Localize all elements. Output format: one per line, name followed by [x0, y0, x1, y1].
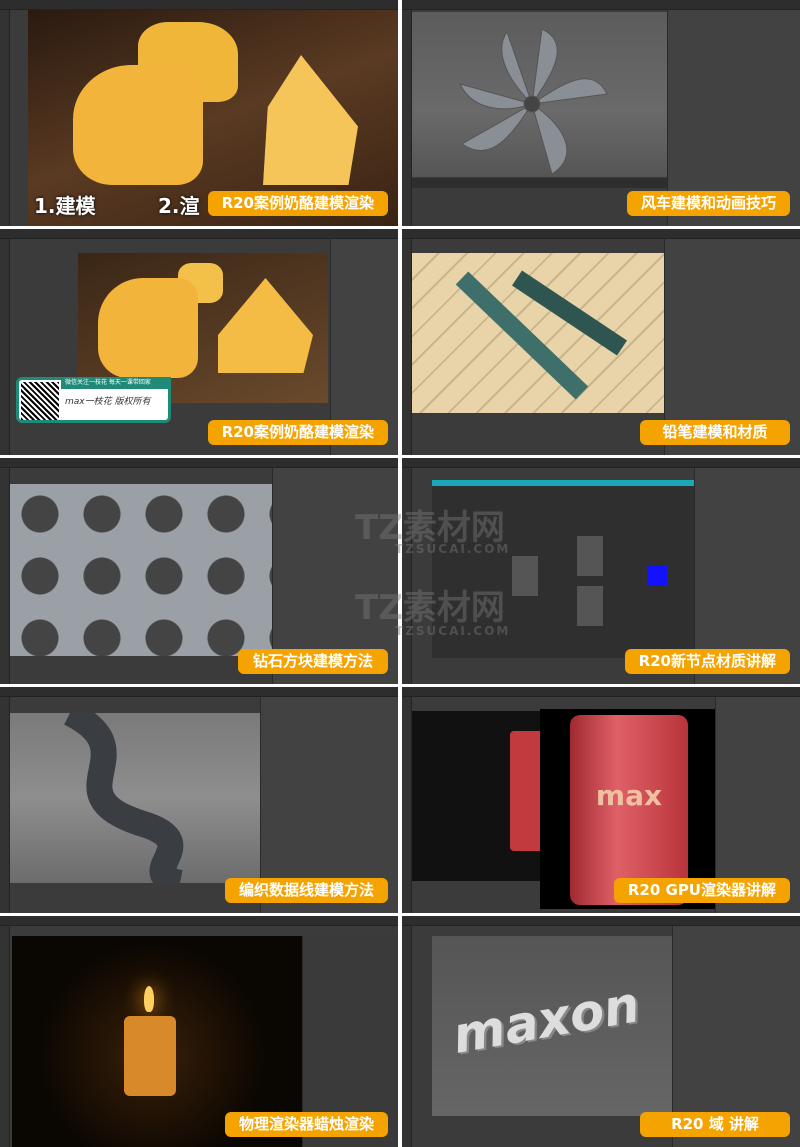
tile-label: R20 GPU渲染器讲解 [613, 878, 790, 903]
toolbar [402, 458, 800, 468]
toolbar [0, 916, 398, 926]
timeline[interactable] [412, 178, 667, 188]
tile-braided-cable[interactable]: 编织数据线建模方法 [0, 687, 398, 913]
overlay-step-1: 1.建模 [34, 194, 96, 218]
viewport [10, 713, 260, 883]
tile-label: R20新节点材质讲解 [624, 649, 790, 674]
tile-label: R20 域 讲解 [640, 1112, 790, 1137]
tool-strip [0, 697, 10, 913]
toolbar [402, 916, 800, 926]
tile-fields[interactable]: maxon R20 域 讲解 [402, 916, 800, 1147]
tile-cheese-2[interactable]: 微信关注一枝花 每天一课带回家 max一枝花 版权所有 R20案例奶酪建模渲染 [0, 229, 398, 455]
tool-strip [402, 239, 412, 455]
tool-strip [402, 10, 412, 226]
maxon-text: maxon [448, 975, 644, 1065]
tile-label: 编织数据线建模方法 [224, 878, 388, 903]
tool-strip [0, 926, 10, 1147]
toolbar [402, 229, 800, 239]
qr-banner-top: 微信关注一枝花 每天一课带回家 [61, 377, 171, 389]
windmill-model [459, 28, 608, 175]
tool-strip [402, 697, 412, 913]
viewport [10, 484, 272, 656]
overlay-step-2: 2.渲 [158, 194, 200, 218]
tile-cheese-1[interactable]: 1.建模 2.渲 R20案例奶酪建模渲染 [0, 0, 398, 226]
tool-strip [0, 239, 10, 455]
qr-banner-brand: max一枝花 版权所有 [65, 397, 151, 407]
toolbar [0, 458, 398, 468]
tool-strip [0, 468, 10, 684]
toolbar [0, 0, 398, 10]
tile-label: R20案例奶酪建模渲染 [207, 191, 388, 216]
tile-windmill[interactable]: 风车建模和动画技巧 [402, 0, 800, 226]
tile-label: 风车建模和动画技巧 [626, 191, 790, 216]
viewport [412, 12, 667, 177]
tool-strip [402, 926, 412, 1147]
tile-pencil[interactable]: 铅笔建模和材质 [402, 229, 800, 455]
viewport: maxon [432, 936, 672, 1116]
tile-node-material[interactable]: R20新节点材质讲解 [402, 458, 800, 684]
qr-code [21, 382, 59, 420]
toolbar [0, 229, 398, 239]
tile-label: R20案例奶酪建模渲染 [207, 420, 388, 445]
tool-strip [402, 468, 412, 684]
tile-label: 物理渲染器蜡烛渲染 [224, 1112, 388, 1137]
toolbar [402, 0, 800, 10]
tile-label: 铅笔建模和材质 [640, 420, 790, 445]
cable-model [63, 713, 184, 883]
qr-banner: 微信关注一枝花 每天一课带回家 max一枝花 版权所有 [16, 377, 171, 423]
toolbar [402, 687, 800, 697]
tile-candle[interactable]: 物理渲染器蜡烛渲染 [0, 916, 398, 1147]
can-brand-text: max [595, 779, 663, 812]
tool-strip [0, 10, 10, 226]
toolbar [0, 687, 398, 697]
pencil-model [455, 270, 627, 400]
node-editor [432, 480, 694, 658]
viewport [412, 253, 664, 413]
tile-gpu-renderer[interactable]: max R20 GPU渲染器讲解 [402, 687, 800, 913]
viewport [412, 711, 540, 881]
tile-diamond-blocks[interactable]: 钻石方块建模方法 [0, 458, 398, 684]
tile-label: 钻石方块建模方法 [238, 649, 388, 674]
